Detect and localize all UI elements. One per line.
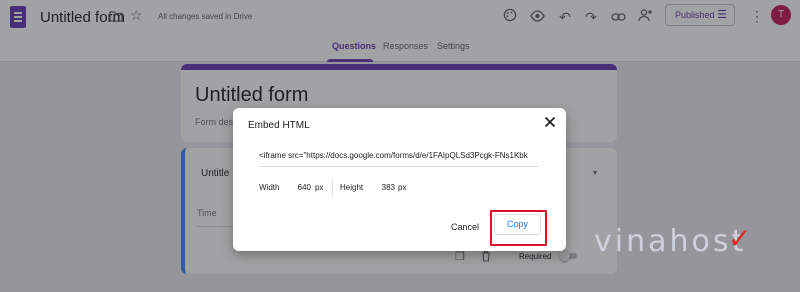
height-unit: px [398,183,407,192]
width-unit: px [315,183,324,192]
width-input[interactable]: 640 [291,183,311,192]
cancel-button[interactable]: Cancel [451,222,479,232]
copy-button-highlight-box [490,210,547,246]
height-label: Height [340,183,364,192]
close-icon[interactable] [542,116,558,132]
watermark-check-icon: ✓ [728,223,752,254]
dialog-title: Embed HTML [248,120,310,131]
width-label: Width [259,183,280,192]
dimension-divider [332,180,333,196]
height-input[interactable]: 383 [375,183,395,192]
embed-code-field[interactable]: <iframe src="https://docs.google.com/for… [259,151,539,167]
watermark-logo: vinahost [594,224,747,259]
